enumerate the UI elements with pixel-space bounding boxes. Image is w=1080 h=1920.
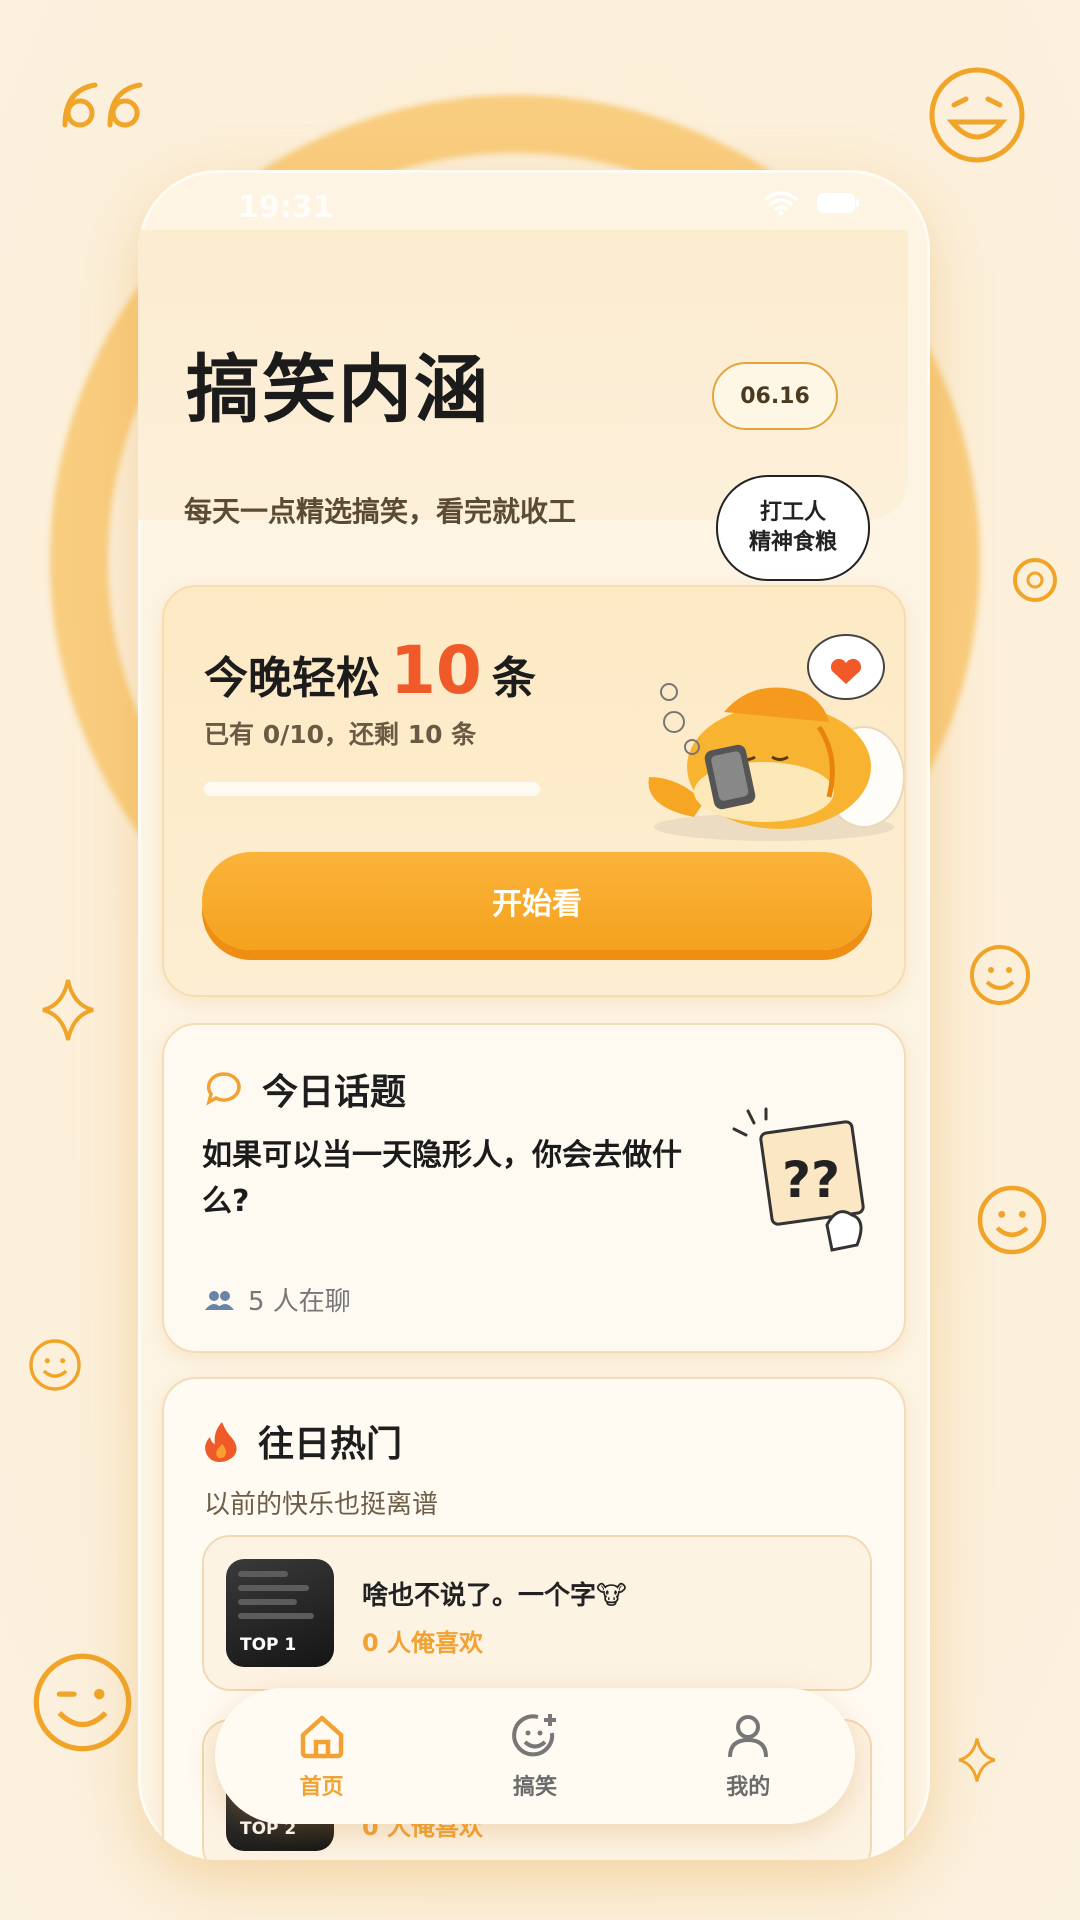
smile-doodle-icon xyxy=(965,940,1035,1010)
worker-badge-line1: 打工人 xyxy=(759,500,826,525)
header: 搞笑内涵 06.16 每天一点精选搞笑，看完就收工 打工人 精神食粮 xyxy=(138,230,908,581)
user-icon xyxy=(728,1715,769,1758)
start-watching-button[interactable]: 开始看 xyxy=(202,852,872,950)
tonight-title: 今晚轻松 10 条 xyxy=(204,632,536,709)
topic-header: 今日话题 xyxy=(204,1063,406,1115)
tab-home[interactable]: 首页 xyxy=(252,1711,392,1801)
fire-icon xyxy=(205,1422,237,1462)
progress-bar xyxy=(204,782,540,796)
question-sign-illustration: ?? xyxy=(732,1105,882,1259)
flower-doodle-icon xyxy=(1005,550,1065,610)
hot-header: 往日热门 xyxy=(204,1415,402,1467)
status-icons xyxy=(764,190,860,216)
battery-icon xyxy=(817,193,859,213)
sparkle-doodle-icon xyxy=(38,975,98,1045)
topic-people-count: 5 人在聊 xyxy=(248,1287,351,1317)
tonight-suffix: 条 xyxy=(491,653,536,704)
hot-subtitle: 以前的快乐也挺离谱 xyxy=(204,1490,439,1520)
laughing-face-doodle-icon xyxy=(922,60,1032,170)
people-icon xyxy=(205,1290,234,1310)
tonight-card: 今晚轻松 10 条 已有 0/10，还剩 10 条 开始看 xyxy=(162,585,906,997)
status-time: 19:31 xyxy=(238,190,334,225)
worker-badge-line2: 精神食粮 xyxy=(748,530,837,555)
smile-plus-icon xyxy=(512,1714,556,1757)
hot-title: 往日热门 xyxy=(258,1424,403,1465)
hot-item-rank: TOP 1 xyxy=(240,1635,297,1655)
tab-funny[interactable]: 搞笑 xyxy=(465,1711,605,1801)
app-title: 搞笑内涵 xyxy=(186,347,490,433)
hot-item-text: 啥也不说了。一个字🐮 xyxy=(362,1581,627,1611)
progress-text: 已有 0/10，还剩 10 条 xyxy=(204,720,477,749)
tab-funny-label: 搞笑 xyxy=(512,1775,557,1800)
tonight-prefix: 今晚轻松 xyxy=(204,653,380,704)
app-subtitle: 每天一点精选搞笑，看完就收工 xyxy=(184,495,577,528)
chat-bubble-icon xyxy=(206,1072,241,1106)
date-badge: 06.16 xyxy=(712,362,838,430)
home-icon xyxy=(300,1715,343,1759)
tab-mine[interactable]: 我的 xyxy=(678,1711,818,1801)
worker-badge: 打工人 精神食粮 xyxy=(716,475,870,581)
phone-screen: 19:31 搞笑内涵 06.16 每天一点精选搞笑，看完就收工 打工人 精神食粮… xyxy=(138,170,930,1860)
smile-doodle-icon-2 xyxy=(972,1180,1052,1260)
topic-title: 今日话题 xyxy=(262,1072,407,1113)
sleepy-fish-illustration xyxy=(614,607,905,851)
topic-question: 如果可以当一天隐形人，你会去做什么? xyxy=(202,1138,682,1219)
topic-card[interactable]: 今日话题 如果可以当一天隐形人，你会去做什么? 5 人在聊 ?? xyxy=(162,1023,906,1353)
sparkle-doodle-icon-2 xyxy=(955,1735,999,1785)
svg-text:??: ?? xyxy=(782,1151,840,1209)
tonight-count: 10 xyxy=(390,632,482,709)
topic-people: 5 人在聊 xyxy=(204,1281,351,1318)
wifi-icon xyxy=(764,191,798,216)
quote-doodle-icon xyxy=(55,75,155,155)
tab-home-label: 首页 xyxy=(299,1775,344,1800)
tab-mine-label: 我的 xyxy=(726,1775,771,1800)
smile-doodle-icon-3 xyxy=(25,1335,85,1395)
hot-item-likes: 0 人俺喜欢 xyxy=(362,1629,484,1657)
bottom-tab-bar: 首页 搞笑 我的 xyxy=(215,1688,855,1824)
wink-doodle-icon xyxy=(30,1650,135,1755)
hot-item[interactable]: TOP 1 啥也不说了。一个字🐮 0 人俺喜欢 xyxy=(202,1535,872,1691)
hot-item-thumbnail: TOP 1 xyxy=(226,1559,334,1667)
